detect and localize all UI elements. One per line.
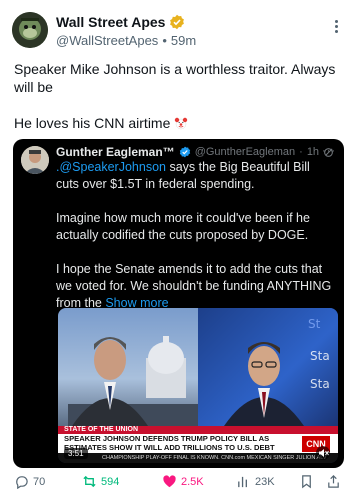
author-avatar[interactable] — [12, 12, 48, 48]
video-right-panel: St Sta Sta — [198, 308, 338, 426]
quoted-paragraph-2: Imagine how much more it could've been i… — [56, 211, 310, 242]
post-text-line-2: He loves his CNN airtime — [14, 114, 344, 132]
bookmark-icon — [302, 475, 311, 489]
repost-count: 594 — [101, 475, 120, 488]
svg-text:St: St — [308, 317, 321, 331]
quoted-post-time[interactable]: 1h — [307, 146, 319, 158]
post-time[interactable]: 59m — [171, 33, 196, 48]
quoted-post-text: .@SpeakerJohnson says the Big Beautiful … — [56, 159, 336, 329]
show-name: STATE OF THE UNION — [64, 426, 139, 433]
author-name[interactable]: Wall Street Apes — [56, 14, 165, 30]
reply-button[interactable]: 70 — [14, 474, 45, 489]
quoted-paragraph-1: .@SpeakerJohnson says the Big Beautiful … — [56, 159, 336, 193]
post-header: Wall Street Apes @WallStreetApes • 59m — [12, 12, 344, 52]
post-text-line-1: Speaker Mike Johnson is a worthless trai… — [14, 61, 336, 95]
person-avatar-icon — [21, 146, 49, 174]
heart-icon — [163, 475, 176, 488]
show-banner: STATE OF THE UNION — [58, 426, 338, 434]
author-handle[interactable]: @WallStreetApes — [56, 33, 158, 48]
speaker-johnson-mention-link[interactable]: .@SpeakerJohnson — [56, 160, 166, 174]
post-body: Speaker Mike Johnson is a worthless trai… — [14, 60, 344, 150]
quoted-post[interactable]: Gunther Eagleman™ @GuntherEagleman · 1h … — [13, 139, 344, 468]
action-bar: 70 594 2.5K 23K — [14, 474, 344, 492]
ape-avatar-icon — [12, 12, 48, 48]
chyron-headline: SPEAKER JOHNSON DEFENDS TRUMP POLICY BIL… — [64, 434, 275, 452]
bookmark-button[interactable] — [299, 474, 314, 489]
news-ticker: CHAMPIONSHIP PLAY-OFF FINAL IS KNOWN. CN… — [58, 453, 338, 463]
quoted-author-handle[interactable]: @GuntherEagleman — [195, 146, 295, 158]
chyron: SPEAKER JOHNSON DEFENDS TRUMP POLICY BIL… — [58, 434, 338, 453]
repost-button[interactable]: 594 — [82, 474, 119, 489]
svg-text:Sta: Sta — [310, 349, 330, 363]
like-button[interactable]: 2.5K — [162, 474, 204, 489]
views-chart-icon — [238, 476, 247, 488]
speaker-shot-icon: St Sta Sta — [224, 317, 330, 426]
quoted-author-avatar[interactable] — [21, 146, 49, 174]
capitol-dome-icon — [68, 336, 198, 426]
clown-emoji-icon — [175, 117, 188, 130]
volume-icon[interactable] — [316, 446, 330, 460]
more-options-button[interactable] — [332, 18, 340, 38]
share-button[interactable] — [326, 474, 341, 489]
quoted-paragraph-3: I hope the Senate amends it to add the c… — [56, 261, 336, 312]
repost-icon — [83, 475, 96, 488]
reply-icon — [16, 476, 28, 489]
svg-text:Sta: Sta — [310, 377, 330, 391]
share-icon — [328, 475, 339, 488]
quoted-more-options-button[interactable]: ··· — [322, 145, 336, 157]
view-count: 23K — [255, 475, 275, 488]
separator-dot: • — [162, 33, 167, 48]
separator-dot: · — [299, 146, 303, 158]
like-count: 2.5K — [181, 475, 204, 488]
video-player[interactable]: St Sta Sta STATE OF THE UNION SPEAKER JO… — [58, 308, 338, 463]
quoted-paragraph-3-text: I hope the Senate amends it to add the c… — [56, 262, 332, 310]
reply-count: 70 — [33, 475, 46, 488]
post-text-line-2-text: He loves his CNN airtime — [14, 115, 171, 131]
video-left-panel — [58, 308, 198, 426]
verified-badge-icon — [179, 146, 190, 158]
verified-badge-icon — [170, 14, 185, 30]
quoted-author-name[interactable]: Gunther Eagleman™ — [56, 145, 175, 159]
views-button[interactable]: 23K — [236, 474, 275, 489]
video-timer: 3:51 — [64, 448, 88, 459]
